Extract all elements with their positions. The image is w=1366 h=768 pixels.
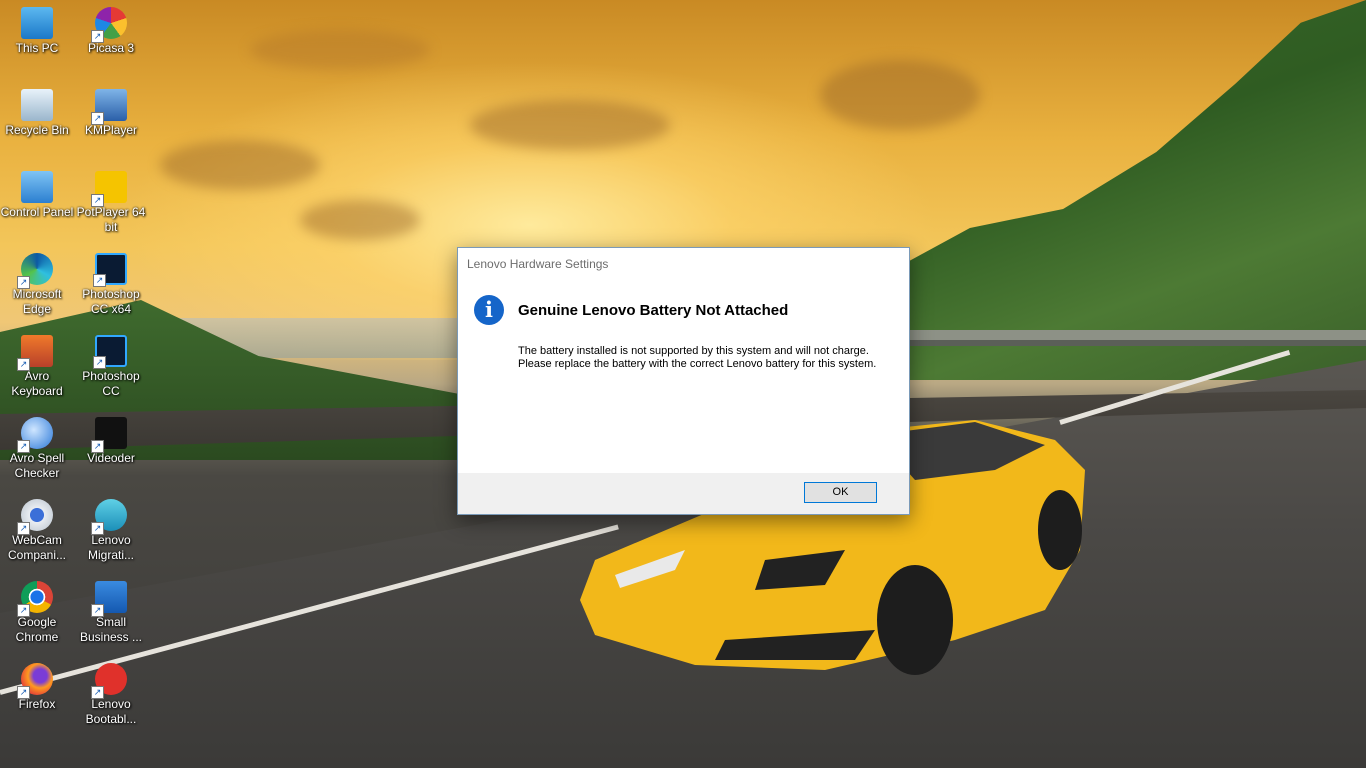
kmplayer-icon: ↗ [91, 89, 127, 125]
shortcut-arrow-icon: ↗ [91, 30, 104, 43]
shortcut-arrow-icon: ↗ [17, 686, 30, 699]
desktop-icon-kmplayer[interactable]: ↗ KMPlayer [74, 84, 148, 164]
desktop-icon-avro-spell-checker[interactable]: ↗ Avro Spell Checker [0, 412, 74, 492]
desktop-icon-photoshop-x64[interactable]: ↗ Photoshop CC x64 [74, 248, 148, 328]
this-pc-icon [21, 7, 53, 39]
shortcut-arrow-icon: ↗ [17, 358, 30, 371]
shortcut-arrow-icon: ↗ [17, 440, 30, 453]
desktop-icon-label: Avro Spell Checker [9, 451, 65, 480]
cloud [300, 200, 420, 240]
info-icon: i [474, 295, 504, 325]
desktop-icon-chrome[interactable]: ↗ Google Chrome [0, 576, 74, 656]
desktop-icon-potplayer[interactable]: ↗ PotPlayer 64 bit [74, 166, 148, 246]
picasa-icon: ↗ [91, 7, 127, 43]
desktop-icon-label: Avro Keyboard [11, 369, 63, 398]
bridge-shadow [905, 340, 1366, 346]
recycle-bin-icon [21, 89, 53, 121]
dialog-heading: Genuine Lenovo Battery Not Attached [518, 302, 789, 319]
edge-icon: ↗ [17, 253, 53, 289]
desktop-icon-label: Small Business ... [79, 615, 143, 644]
avro-spell-checker-icon: ↗ [17, 417, 53, 453]
desktop-icon-small-business[interactable]: ↗ Small Business ... [74, 576, 148, 656]
desktop-icon-label: Microsoft Edge [12, 287, 62, 316]
desktop-icon-label: PotPlayer 64 bit [76, 205, 146, 234]
shortcut-arrow-icon: ↗ [93, 356, 106, 369]
desktop-icon-label: Control Panel [0, 205, 74, 219]
shortcut-arrow-icon: ↗ [91, 112, 104, 125]
desktop-icon-label: WebCam Compani... [7, 533, 67, 562]
lenovo-migration-icon: ↗ [91, 499, 127, 535]
desktop-icon-photoshop[interactable]: ↗ Photoshop CC [74, 330, 148, 410]
desktop-icon-label: KMPlayer [84, 123, 137, 137]
photoshop-icon: ↗ [93, 335, 127, 369]
desktop-icon-label: Firefox [18, 697, 56, 711]
bridge [905, 330, 1366, 340]
desktop-icon-label: Lenovo Migrati... [87, 533, 134, 562]
desktop-icon-lenovo-bootable[interactable]: ↗ Lenovo Bootabl... [74, 658, 148, 738]
cloud [250, 30, 430, 70]
desktop-icon-label: Picasa 3 [87, 41, 135, 55]
desktop-icon-label: Photoshop CC x64 [82, 287, 140, 316]
desktop-icon-lenovo-migration[interactable]: ↗ Lenovo Migrati... [74, 494, 148, 574]
videoder-icon: ↗ [91, 417, 127, 453]
desktop-icon-videoder[interactable]: ↗ Videoder [74, 412, 148, 492]
shortcut-arrow-icon: ↗ [91, 522, 104, 535]
shortcut-arrow-icon: ↗ [93, 274, 106, 287]
shortcut-arrow-icon: ↗ [91, 194, 104, 207]
desktop-icon-avro-keyboard[interactable]: ↗ Avro Keyboard [0, 330, 74, 410]
shortcut-arrow-icon: ↗ [17, 522, 30, 535]
desktop-icon-control-panel[interactable]: Control Panel [0, 166, 74, 246]
desktop-icon-picasa[interactable]: ↗ Picasa 3 [74, 2, 148, 82]
control-panel-icon [21, 171, 53, 203]
webcam-icon: ↗ [17, 499, 53, 535]
dialog-footer: OK [458, 473, 909, 514]
photoshop-x64-icon: ↗ [93, 253, 127, 287]
cloud [470, 100, 670, 150]
firefox-icon: ↗ [17, 663, 53, 699]
shortcut-arrow-icon: ↗ [17, 604, 30, 617]
desktop-icon-label: This PC [15, 41, 59, 55]
potplayer-icon: ↗ [91, 171, 127, 207]
dialog-title: Lenovo Hardware Settings [467, 257, 609, 271]
shortcut-arrow-icon: ↗ [17, 276, 30, 289]
avro-keyboard-icon: ↗ [17, 335, 53, 371]
chrome-icon: ↗ [17, 581, 53, 617]
mountain [900, 0, 1366, 380]
cloud [160, 140, 320, 190]
dialog-message: The battery installed is not supported b… [518, 345, 877, 370]
desktop-icon-label: Videoder [87, 451, 135, 465]
desktop-icon-webcam[interactable]: ↗ WebCam Compani... [0, 494, 74, 574]
desktop-icon-this-pc[interactable]: This PC [0, 2, 74, 82]
shortcut-arrow-icon: ↗ [91, 440, 104, 453]
ok-button[interactable]: OK [804, 482, 877, 503]
shortcut-arrow-icon: ↗ [91, 604, 104, 617]
cloud [820, 60, 980, 130]
desktop-icon-label: Google Chrome [15, 615, 59, 644]
desktop-icon-label: Lenovo Bootabl... [85, 697, 137, 726]
desktop-icon-firefox[interactable]: ↗ Firefox [0, 658, 74, 738]
desktop-icon-label: Recycle Bin [5, 123, 69, 137]
lenovo-bootable-icon: ↗ [91, 663, 127, 699]
desktop-icon-label: Photoshop CC [82, 369, 140, 398]
small-business-icon: ↗ [91, 581, 127, 617]
shortcut-arrow-icon: ↗ [91, 686, 104, 699]
lenovo-hardware-settings-dialog: Lenovo Hardware Settings i Genuine Lenov… [457, 247, 910, 515]
desktop-icon-recycle-bin[interactable]: Recycle Bin [0, 84, 74, 164]
desktop-icon-edge[interactable]: ↗ Microsoft Edge [0, 248, 74, 328]
